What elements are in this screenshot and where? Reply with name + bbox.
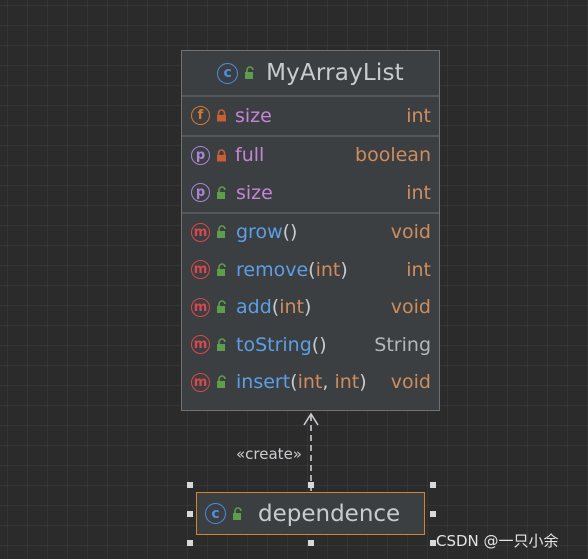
unlocked-icon bbox=[232, 506, 244, 521]
selection-handle[interactable] bbox=[187, 482, 193, 488]
class-box-dependence[interactable]: c dependence bbox=[196, 492, 425, 535]
class-icon: c bbox=[205, 503, 226, 524]
selection-handle[interactable] bbox=[430, 511, 436, 517]
create-dependency-arrow[interactable] bbox=[0, 0, 588, 559]
relation-label: «create» bbox=[236, 445, 302, 463]
selection-handle[interactable] bbox=[187, 540, 193, 546]
selection-handle[interactable] bbox=[308, 540, 314, 546]
selection-handle[interactable] bbox=[187, 511, 193, 517]
class-title: dependence bbox=[258, 500, 401, 527]
selection-handle[interactable] bbox=[430, 482, 436, 488]
selection-handle[interactable] bbox=[308, 482, 314, 488]
watermark: CSDN @一只小余 bbox=[436, 532, 559, 550]
